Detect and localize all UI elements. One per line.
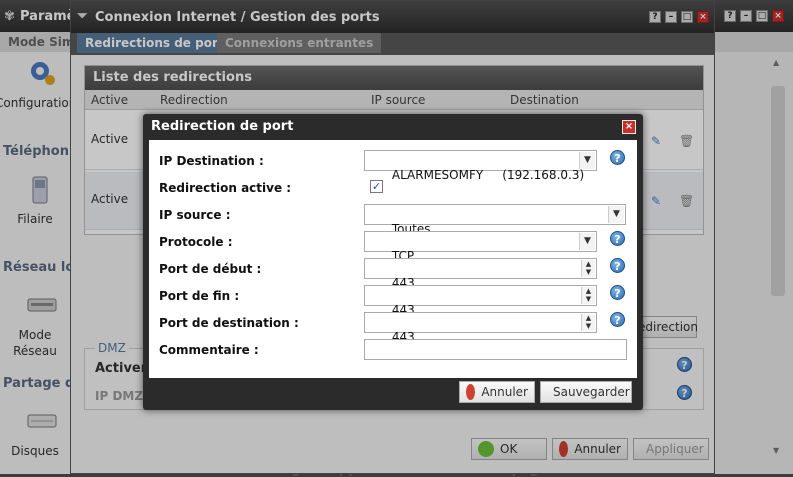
dialog-body: IP Destination : ALARMESOMFY (192.168.0.…: [149, 140, 637, 378]
spinner-arrows-icon[interactable]: ▲ ▼: [581, 260, 595, 277]
spinner-arrows-icon[interactable]: ▲ ▼: [581, 314, 595, 331]
protocole-label: Protocole :: [159, 235, 233, 249]
redirection-active-label: Redirection active :: [159, 181, 292, 195]
dialog-title: Redirection de port: [151, 119, 294, 134]
port-fin-stepper[interactable]: 443 ▲ ▼: [364, 285, 597, 317]
help-icon[interactable]: ?: [610, 285, 625, 300]
cancel-icon: [466, 384, 476, 400]
dialog-cancel-label: Annuler: [481, 385, 528, 399]
dialog-save-label: Sauvegarder: [553, 385, 630, 399]
help-icon[interactable]: ?: [610, 312, 625, 327]
protocole-select[interactable]: TCP ▼: [364, 231, 597, 263]
spinner-arrows-icon[interactable]: ▲ ▼: [581, 287, 595, 304]
chevron-down-icon[interactable]: ▼: [579, 152, 595, 169]
dialog-save-button[interactable]: Sauvegarder: [540, 381, 632, 403]
commentaire-label: Commentaire :: [159, 343, 259, 357]
port-fin-label: Port de fin :: [159, 289, 240, 303]
chevron-down-icon[interactable]: ▼: [579, 233, 595, 250]
ip-source-select[interactable]: Toutes ▼: [364, 204, 626, 236]
chevron-down-icon[interactable]: ▼: [608, 206, 624, 223]
port-destination-stepper[interactable]: 443 ▲ ▼: [364, 312, 597, 344]
port-destination-label: Port de destination :: [159, 316, 299, 330]
redirection-active-checkbox[interactable]: ✓: [370, 180, 383, 193]
port-redirection-dialog: Redirection de port × IP Destination : A…: [143, 114, 643, 410]
dialog-footer: Annuler Sauvegarder: [149, 378, 637, 406]
port-debut-label: Port de début :: [159, 262, 262, 276]
help-icon[interactable]: ?: [610, 258, 625, 273]
ip-source-label: IP source :: [159, 208, 231, 222]
ip-destination-select[interactable]: ALARMESOMFY (192.168.0.3) ▼: [364, 150, 597, 182]
ip-destination-value: ALARMESOMFY (192.168.0.3): [391, 168, 585, 182]
close-icon[interactable]: ×: [622, 120, 636, 134]
port-debut-stepper[interactable]: 443 ▲ ▼: [364, 258, 597, 290]
help-icon[interactable]: ?: [610, 150, 625, 165]
help-icon[interactable]: ?: [610, 231, 625, 246]
ip-destination-label: IP Destination :: [159, 154, 264, 168]
commentaire-input[interactable]: [364, 339, 627, 360]
dialog-cancel-button[interactable]: Annuler: [459, 381, 535, 403]
